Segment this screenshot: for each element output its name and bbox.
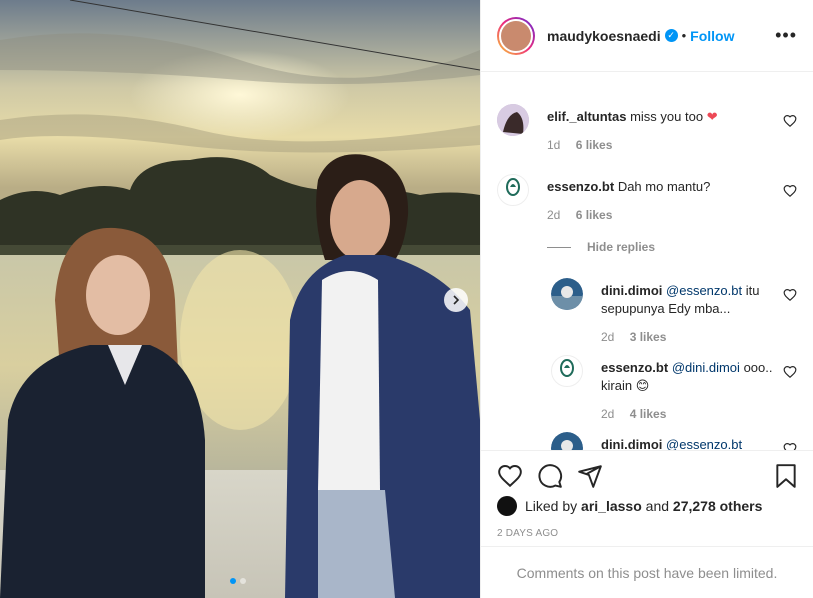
next-photo-button[interactable] [444, 288, 468, 312]
liked-by-summary: Liked by ari_lasso and 27,278 others [497, 496, 762, 516]
more-icon[interactable]: ••• [775, 26, 797, 44]
liked-by-prefix: Liked by [525, 498, 578, 514]
comment-time[interactable]: 2d [547, 208, 560, 222]
reply-likes[interactable]: 4 likes [630, 407, 667, 421]
reply-mention[interactable]: @essenzo.bt [666, 437, 742, 450]
comments-list[interactable]: elif._altuntas miss you too ❤ 1d 6 likes… [481, 72, 813, 450]
commenter-avatar[interactable] [497, 174, 529, 206]
post-header: maudykoesnaedi ✓ • Follow ••• [481, 0, 813, 72]
comments-limited-notice: Comments on this post have been limited. [481, 546, 813, 598]
post-actions-bar [481, 450, 813, 500]
replies-divider [547, 246, 571, 248]
carousel-dot [240, 578, 246, 584]
comment-icon[interactable] [537, 463, 563, 489]
liker-username[interactable]: ari_lasso [581, 498, 642, 514]
photo-image [0, 0, 480, 598]
comment-time[interactable]: 1d [547, 138, 560, 152]
reply-mention[interactable]: @essenzo.bt [666, 283, 742, 298]
liker-avatar[interactable] [497, 496, 517, 516]
hide-replies-button[interactable]: Hide replies [547, 240, 655, 254]
others-likes-link[interactable]: 27,278 others [673, 498, 763, 514]
share-icon[interactable] [577, 463, 603, 489]
reply-likes[interactable]: 3 likes [630, 330, 667, 344]
comment-text: miss you too [630, 109, 704, 124]
author-username[interactable]: maudykoesnaedi [547, 28, 661, 44]
reply-time[interactable]: 2d [601, 330, 614, 344]
bookmark-icon[interactable] [773, 463, 799, 489]
reply-username[interactable]: dini.dimoi [601, 283, 662, 298]
liked-by-and: and [645, 498, 670, 514]
follow-button[interactable]: Follow [690, 28, 734, 44]
reply-username[interactable]: dini.dimoi [601, 437, 662, 450]
hide-replies-label: Hide replies [587, 240, 656, 254]
reply-meta: 2d 4 likes [601, 407, 678, 421]
carousel-dot-active [230, 578, 236, 584]
like-heart-icon[interactable] [497, 463, 523, 489]
verified-icon: ✓ [664, 29, 678, 42]
heart-emoji: ❤ [706, 109, 718, 124]
smile-emoji: 😊 [635, 378, 650, 393]
chevron-right-icon [453, 295, 460, 305]
author-avatar[interactable] [497, 16, 535, 55]
post-timestamp[interactable]: 2 days ago [497, 528, 558, 539]
reply-mention[interactable]: @dini.dimoi [672, 360, 740, 375]
comment-likes[interactable]: 6 likes [576, 138, 613, 152]
reply-username[interactable]: essenzo.bt [601, 360, 668, 375]
carousel-dots [230, 578, 246, 584]
replier-avatar[interactable] [551, 432, 583, 450]
comment-username[interactable]: elif._altuntas [547, 109, 626, 124]
header-separator: • [681, 28, 687, 43]
comment-meta: 1d 6 likes [547, 138, 624, 152]
reply-time[interactable]: 2d [601, 407, 614, 421]
heart-icon[interactable] [783, 288, 797, 302]
reply-meta: 2d 3 likes [601, 330, 678, 344]
heart-icon[interactable] [783, 365, 797, 379]
post-photo[interactable] [0, 0, 480, 598]
replier-avatar[interactable] [551, 278, 583, 310]
replier-avatar[interactable] [551, 355, 583, 387]
heart-icon[interactable] [783, 442, 797, 450]
heart-icon[interactable] [783, 184, 797, 198]
post-side-panel: maudykoesnaedi ✓ • Follow ••• elif._altu… [480, 0, 813, 598]
comment-username[interactable]: essenzo.bt [547, 179, 614, 194]
comment-likes[interactable]: 6 likes [576, 208, 613, 222]
comment-meta: 2d 6 likes [547, 208, 624, 222]
heart-icon[interactable] [783, 114, 797, 128]
comment-text: Dah mo mantu? [617, 179, 711, 194]
commenter-avatar[interactable] [497, 104, 529, 136]
